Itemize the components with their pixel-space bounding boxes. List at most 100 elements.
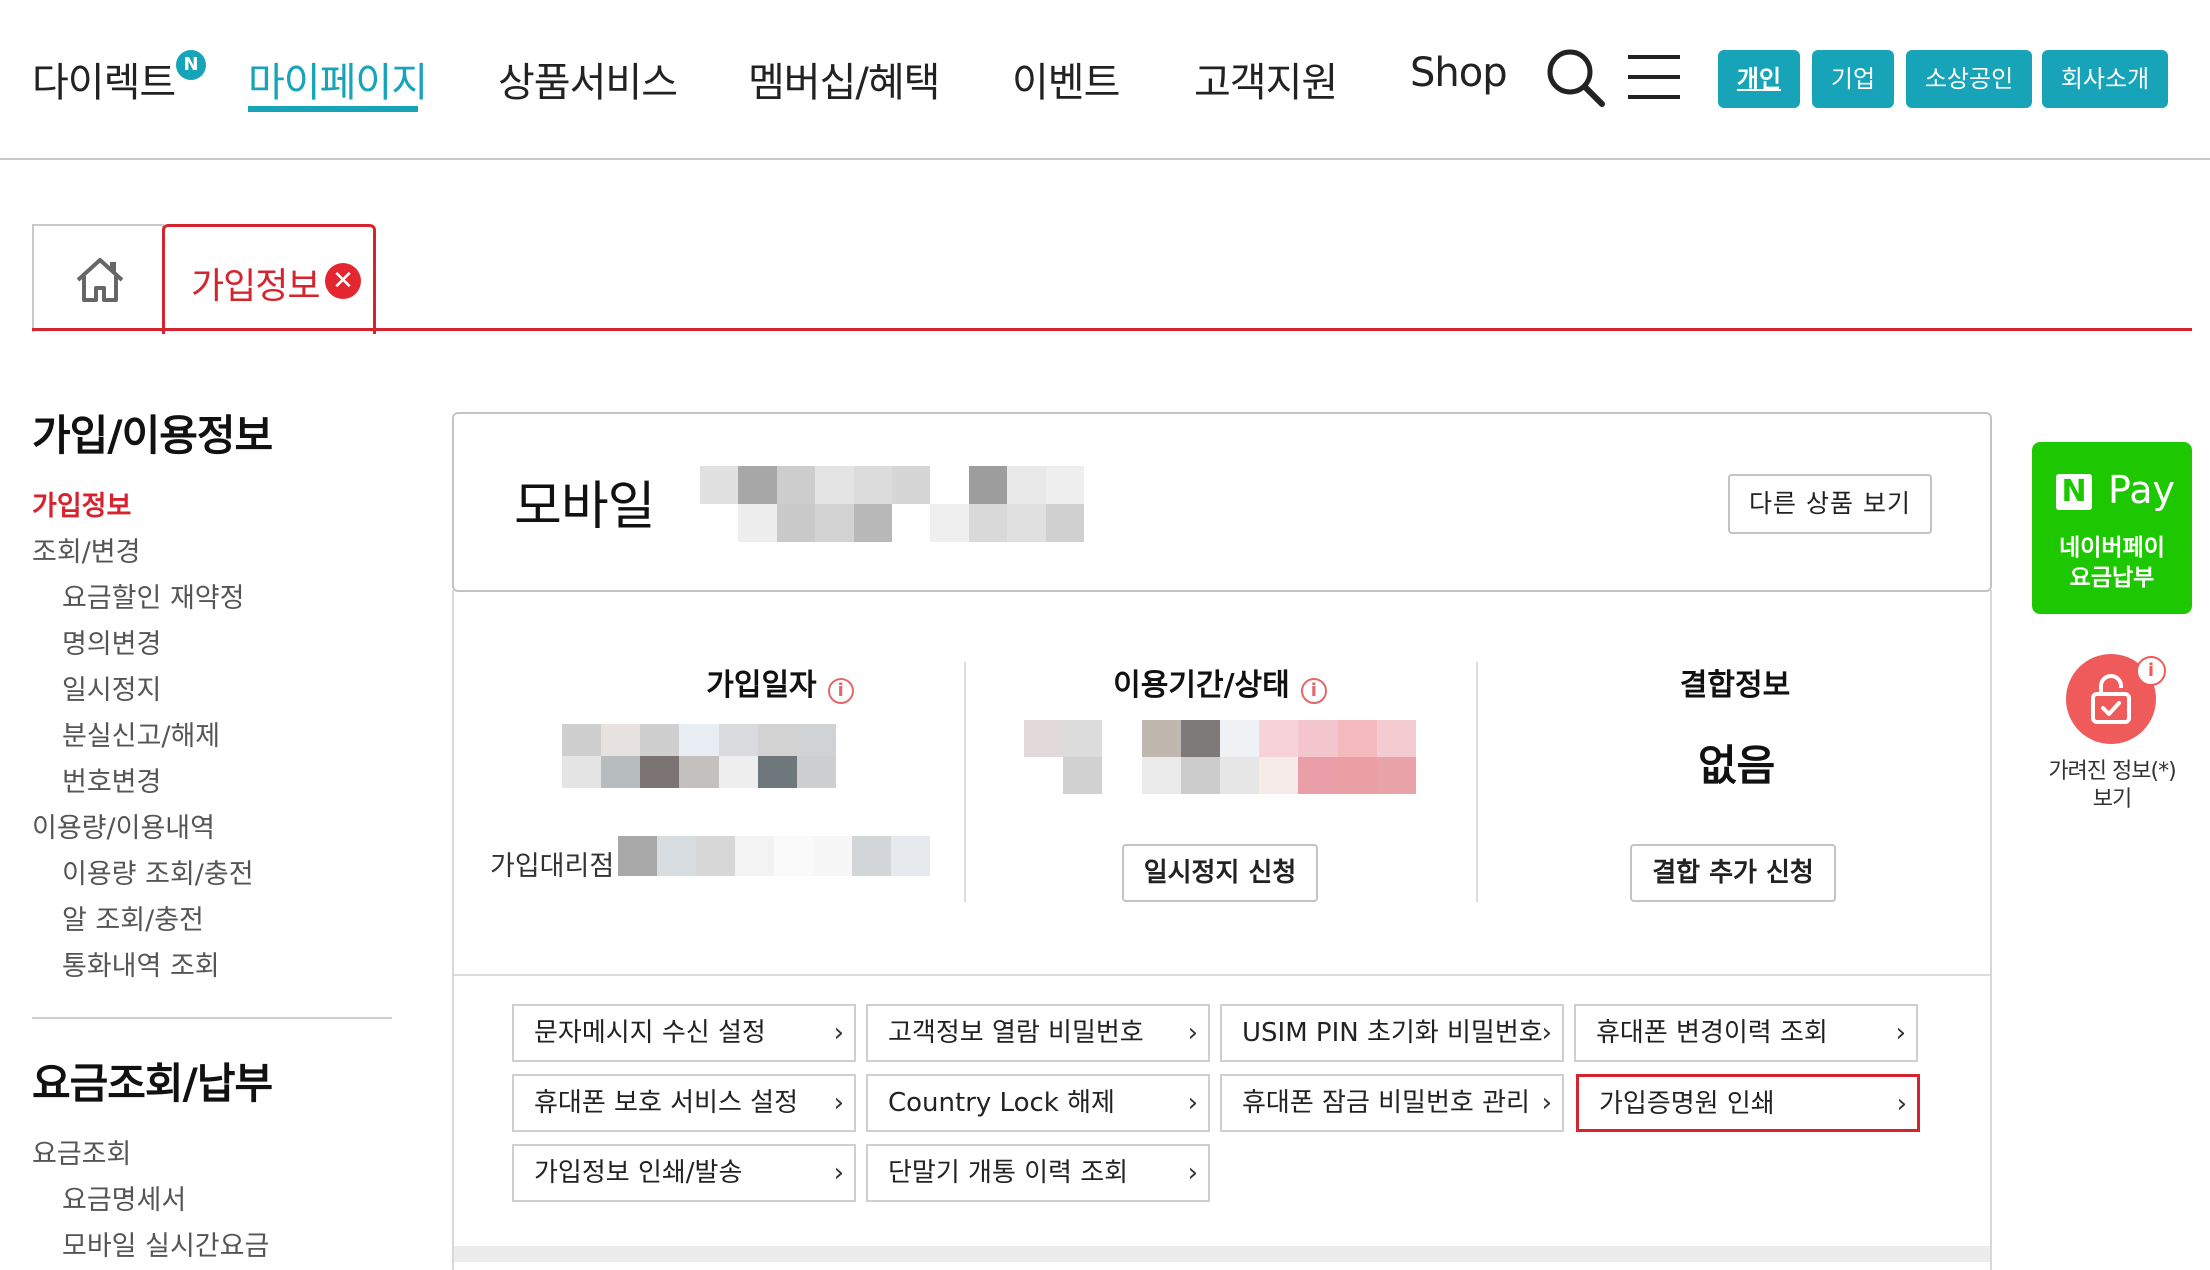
npay-line1: 네이버페이 [2059,535,2165,561]
chevron-right-icon: › [1895,1018,1906,1048]
usage-status-redacted [1024,720,1416,794]
body-divider [454,974,1990,976]
product-header-card: 모바일 다른 상품 보기 [452,412,1992,592]
menu-button-label: 휴대폰 보호 서비스 설정 [534,1088,798,1118]
usim-pin-reset-button[interactable]: USIM PIN 초기화 비밀번호 › [1220,1004,1564,1062]
agent-label: 가입대리점 [490,851,615,882]
suspend-request-button[interactable]: 일시정지 신청 [1122,844,1318,902]
sidebar-item-usage-lookup[interactable]: 이용량 조회/충전 [62,852,254,891]
nav-products[interactable]: 상품서비스 [498,50,678,108]
nav-mypage[interactable]: 마이페이지 [248,50,428,108]
chevron-right-icon: › [1896,1089,1907,1119]
other-product-button[interactable]: 다른 상품 보기 [1728,474,1932,534]
nav-membership[interactable]: 멤버십/혜택 [748,50,940,108]
phone-change-history-button[interactable]: 휴대폰 변경이력 조회 › [1574,1004,1918,1062]
chevron-right-icon: › [833,1158,844,1188]
menu-button-label: 가입증명원 인쇄 [1599,1089,1775,1119]
top-navigation: 다이렉트 N 마이페이지 상품서비스 멤버십/혜택 이벤트 고객지원 Shop … [0,0,2210,160]
sidebar-item-lookup-change[interactable]: 조회/변경 [32,530,140,569]
menu-button-label: 문자메시지 수신 설정 [534,1018,766,1048]
sidebar-item-al-lookup[interactable]: 알 조회/충전 [62,898,204,937]
tab-bar-line [32,328,2192,331]
nav-support[interactable]: 고객지원 [1194,50,1338,108]
hidden-info-label[interactable]: 가려진 정보(*) 보기 [2032,758,2192,814]
product-title: 모바일 [514,477,656,537]
chevron-right-icon: › [1187,1088,1198,1118]
join-date-title: 가입일자 [706,668,817,703]
npay-line2: 요금납부 [2069,565,2155,591]
chevron-right-icon: › [1541,1088,1552,1118]
subscription-certificate-print-button[interactable]: 가입증명원 인쇄 › [1576,1074,1920,1132]
nav-shop[interactable]: Shop [1410,50,1508,96]
sidebar-divider [32,1017,392,1019]
customer-info-password-button[interactable]: 고객정보 열람 비밀번호 › [866,1004,1210,1062]
sidebar-item-name-change[interactable]: 명의변경 [62,622,161,661]
phone-lock-password-button[interactable]: 휴대폰 잠금 비밀번호 관리 › [1220,1074,1564,1132]
segment-personal-button[interactable]: 개인 [1718,50,1800,108]
nav-active-underline [248,106,418,112]
menu-button-label: USIM PIN 초기화 비밀번호 [1242,1018,1543,1048]
sidebar-section-title-2: 요금조회/납부 [32,1059,273,1108]
segment-company-button[interactable]: 회사소개 [2042,50,2168,108]
combo-value: 없음 [1698,741,1776,790]
card-bottom-strip [454,1246,1990,1262]
menu-button-label: 단말기 개통 이력 조회 [888,1158,1129,1188]
chevron-right-icon: › [833,1018,844,1048]
sidebar-section-title: 가입/이용정보 [32,411,273,460]
menu-button-label: 가입정보 인쇄/발송 [534,1158,743,1188]
close-icon[interactable]: ✕ [325,263,361,299]
hidden-info-line2: 보기 [2092,787,2132,812]
menu-button-label: 고객정보 열람 비밀번호 [888,1018,1144,1048]
chevron-right-icon: › [833,1088,844,1118]
combo-add-button[interactable]: 결합 추가 신청 [1630,844,1836,902]
phone-protection-setting-button[interactable]: 휴대폰 보호 서비스 설정 › [512,1074,856,1132]
column-divider [964,662,966,902]
nav-event[interactable]: 이벤트 [1012,50,1120,108]
phone-number-redacted [700,466,1084,542]
segment-business-button[interactable]: 기업 [1812,50,1894,108]
pay-logo-text: Pay [2108,468,2175,512]
chevron-right-icon: › [1187,1018,1198,1048]
combo-title: 결합정보 [1679,668,1791,703]
usage-status-column: 이용기간/상태 i [1050,660,1390,704]
tab-subscription-info[interactable]: 가입정보 ✕ [162,224,376,334]
sidebar-item-bill-lookup[interactable]: 요금조회 [32,1132,131,1171]
sidebar-item-usage[interactable]: 이용량/이용내역 [32,806,215,845]
country-lock-release-button[interactable]: Country Lock 해제 › [866,1074,1210,1132]
combo-column: 결합정보 [1590,660,1880,704]
naver-n-logo: N [2056,474,2092,510]
agent-name-redacted [618,836,930,876]
home-icon [74,256,126,308]
join-date-column: 가입일자 i [600,660,960,704]
new-badge: N [176,50,206,80]
naver-pay-button[interactable]: N Pay 네이버페이 요금납부 [2032,442,2192,614]
sidebar-item-bill-statement[interactable]: 요금명세서 [62,1178,186,1217]
column-divider [1476,662,1478,902]
nav-direct[interactable]: 다이렉트 [32,50,176,108]
hamburger-menu-icon[interactable] [1626,52,1682,106]
join-date-redacted [562,724,836,788]
sidebar-item-lost-report[interactable]: 분실신고/해제 [62,714,220,753]
unlock-icon [2088,672,2134,730]
info-icon[interactable]: i [827,677,854,704]
device-activation-history-button[interactable]: 단말기 개통 이력 조회 › [866,1144,1210,1202]
sidebar-item-number-change[interactable]: 번호변경 [62,760,161,799]
subscription-info-print-button[interactable]: 가입정보 인쇄/발송 › [512,1144,856,1202]
sidebar-item-realtime-bill[interactable]: 모바일 실시간요금 [62,1224,269,1263]
search-icon[interactable] [1544,46,1608,114]
info-icon[interactable]: i [1300,677,1327,704]
tab-label: 가입정보 [191,266,320,307]
menu-button-label: 휴대폰 변경이력 조회 [1596,1018,1828,1048]
sidebar-item-call-history[interactable]: 통화내역 조회 [62,944,220,983]
info-icon[interactable]: i [2136,656,2166,686]
sms-receive-setting-button[interactable]: 문자메시지 수신 설정 › [512,1004,856,1062]
segment-small-business-button[interactable]: 소상공인 [1906,50,2032,108]
sidebar-item-discount-recontract[interactable]: 요금할인 재약정 [62,576,244,615]
chevron-right-icon: › [1541,1018,1552,1048]
home-tab[interactable] [32,224,164,332]
menu-button-label: Country Lock 해제 [888,1088,1115,1118]
sidebar-item-subscription-info[interactable]: 가입정보 [32,484,131,523]
sidebar-item-suspend[interactable]: 일시정지 [62,668,161,707]
hidden-info-line1: 가려진 정보(*) [2048,759,2176,784]
chevron-right-icon: › [1187,1158,1198,1188]
